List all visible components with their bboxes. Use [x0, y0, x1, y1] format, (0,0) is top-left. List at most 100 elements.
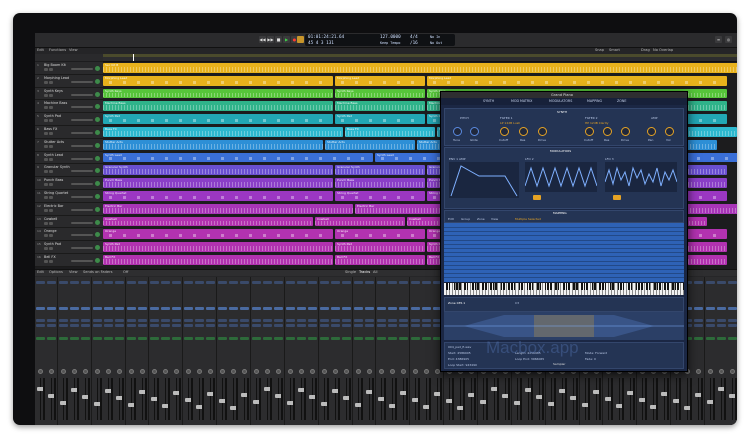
send-slot[interactable] [387, 337, 397, 340]
region[interactable]: Punch Bass [335, 178, 425, 188]
pan-knob[interactable] [38, 369, 43, 374]
audio-fx-slot[interactable] [81, 319, 91, 322]
track-header[interactable]: 12 Electric Bar [35, 202, 103, 216]
track-name[interactable]: Synth Lead [44, 153, 63, 157]
black-key[interactable] [672, 283, 674, 290]
volume-fader[interactable] [301, 378, 303, 420]
audio-fx-slot[interactable] [297, 319, 307, 322]
tab-modulators[interactable]: MODULATORS [549, 99, 572, 103]
track-name[interactable]: String Quartet [44, 191, 68, 195]
audio-fx-slot[interactable] [365, 319, 375, 322]
black-key[interactable] [630, 283, 633, 290]
track-name[interactable]: Bass FX [44, 127, 57, 131]
instrument-slot[interactable] [694, 307, 704, 310]
pan-knob[interactable] [707, 369, 713, 374]
bar-ruler[interactable] [103, 54, 737, 62]
pan-knob[interactable] [299, 369, 305, 374]
track-header[interactable]: 15 Synth Pad [35, 241, 103, 254]
eq-slot[interactable] [58, 281, 68, 284]
black-key[interactable] [628, 283, 630, 290]
track-header[interactable]: 11 String Quartet [35, 190, 103, 203]
volume-fader[interactable] [698, 378, 700, 420]
black-key[interactable] [674, 283, 677, 290]
instrument-slot[interactable] [705, 307, 715, 310]
root-key[interactable]: C3 [515, 301, 519, 305]
mixer-all[interactable]: All [373, 270, 377, 275]
pan-knob[interactable] [344, 369, 350, 374]
volume-fader[interactable] [312, 378, 314, 420]
audio-fx-slot[interactable] [353, 324, 363, 327]
track-volume-slider[interactable] [71, 119, 93, 122]
cycle-button[interactable] [297, 36, 304, 43]
pan-knob[interactable] [719, 369, 724, 374]
track-header[interactable]: 6 Bass FX [35, 126, 103, 139]
track-pan-knob[interactable] [95, 104, 100, 110]
black-key[interactable] [555, 283, 557, 290]
track-volume-slider[interactable] [71, 208, 93, 211]
eq-slot[interactable] [206, 281, 216, 284]
eq-slot[interactable] [160, 281, 170, 284]
track-volume-slider[interactable] [71, 68, 93, 70]
audio-fx-slot[interactable] [387, 324, 397, 327]
audio-fx-slot[interactable] [58, 324, 68, 327]
track-pan-knob[interactable] [95, 245, 100, 251]
audio-fx-slot[interactable] [297, 324, 307, 327]
audio-fx-slot[interactable] [319, 324, 329, 327]
mixer-sends-on-faders[interactable]: Sends on Faders [83, 270, 112, 275]
pan-knob[interactable] [378, 369, 384, 374]
volume-fader[interactable] [471, 378, 473, 420]
black-key[interactable] [500, 283, 503, 290]
audio-fx-slot[interactable] [104, 324, 114, 327]
solo-button[interactable] [49, 144, 53, 148]
audio-fx-slot[interactable] [308, 324, 318, 327]
send-slot[interactable] [228, 337, 238, 340]
stop-button[interactable]: ■ [275, 36, 282, 43]
drag-value[interactable]: No Overlap [653, 48, 673, 53]
audio-fx-slot[interactable] [194, 324, 204, 327]
mapping-edit[interactable]: Edit [448, 217, 454, 221]
region[interactable]: Orange [335, 229, 425, 240]
volume-fader[interactable] [539, 378, 541, 420]
eq-slot[interactable] [285, 281, 295, 284]
track-volume-slider[interactable] [71, 157, 93, 160]
instrument-slot[interactable] [410, 307, 420, 310]
channel-strip[interactable]: Synth Pad [80, 277, 93, 425]
channel-strip[interactable]: String Pad [250, 277, 263, 425]
black-key[interactable] [586, 283, 588, 290]
volume-fader[interactable] [721, 378, 722, 420]
send-slot[interactable] [251, 337, 261, 340]
eq-slot[interactable] [70, 281, 80, 284]
eq-slot[interactable] [81, 281, 91, 284]
channel-strip[interactable]: Piano [364, 277, 377, 425]
channel-strip[interactable]: Sweep [398, 277, 411, 425]
eq-slot[interactable] [251, 281, 261, 284]
tab-zone[interactable]: ZONE [617, 99, 626, 103]
volume-fader[interactable] [335, 378, 337, 420]
eq-slot[interactable] [387, 281, 397, 284]
solo-button[interactable] [49, 157, 53, 161]
audio-fx-slot[interactable] [104, 319, 114, 322]
black-key[interactable] [508, 283, 510, 290]
play-button[interactable]: ▶ [283, 36, 290, 43]
audio-fx-slot[interactable] [81, 324, 91, 327]
audio-fx-slot[interactable] [149, 319, 159, 322]
channel-strip[interactable]: Perc [296, 277, 309, 425]
track-header[interactable]: 14 Orange [35, 228, 103, 242]
track-pan-knob[interactable] [95, 194, 100, 199]
track-name[interactable]: Cowbell [44, 217, 57, 221]
track-pan-knob[interactable] [95, 206, 100, 212]
track-name[interactable]: Synth Pad [44, 114, 61, 118]
region[interactable]: Synth Keys [103, 88, 333, 99]
black-key[interactable] [526, 283, 529, 290]
play-mode[interactable]: Mode: Forward [585, 351, 607, 355]
filter2-res-knob[interactable] [603, 127, 612, 136]
mapping-zone[interactable]: Zone [477, 217, 485, 221]
audio-fx-slot[interactable] [331, 319, 341, 322]
glide-knob[interactable] [470, 127, 479, 136]
track-header[interactable]: 3 Synth Keys [35, 87, 103, 101]
send-slot[interactable] [217, 337, 227, 340]
black-key[interactable] [622, 283, 625, 290]
solo-button[interactable] [49, 132, 53, 135]
solo-button[interactable] [49, 208, 53, 212]
channel-strip[interactable]: Bass FX [91, 277, 104, 425]
